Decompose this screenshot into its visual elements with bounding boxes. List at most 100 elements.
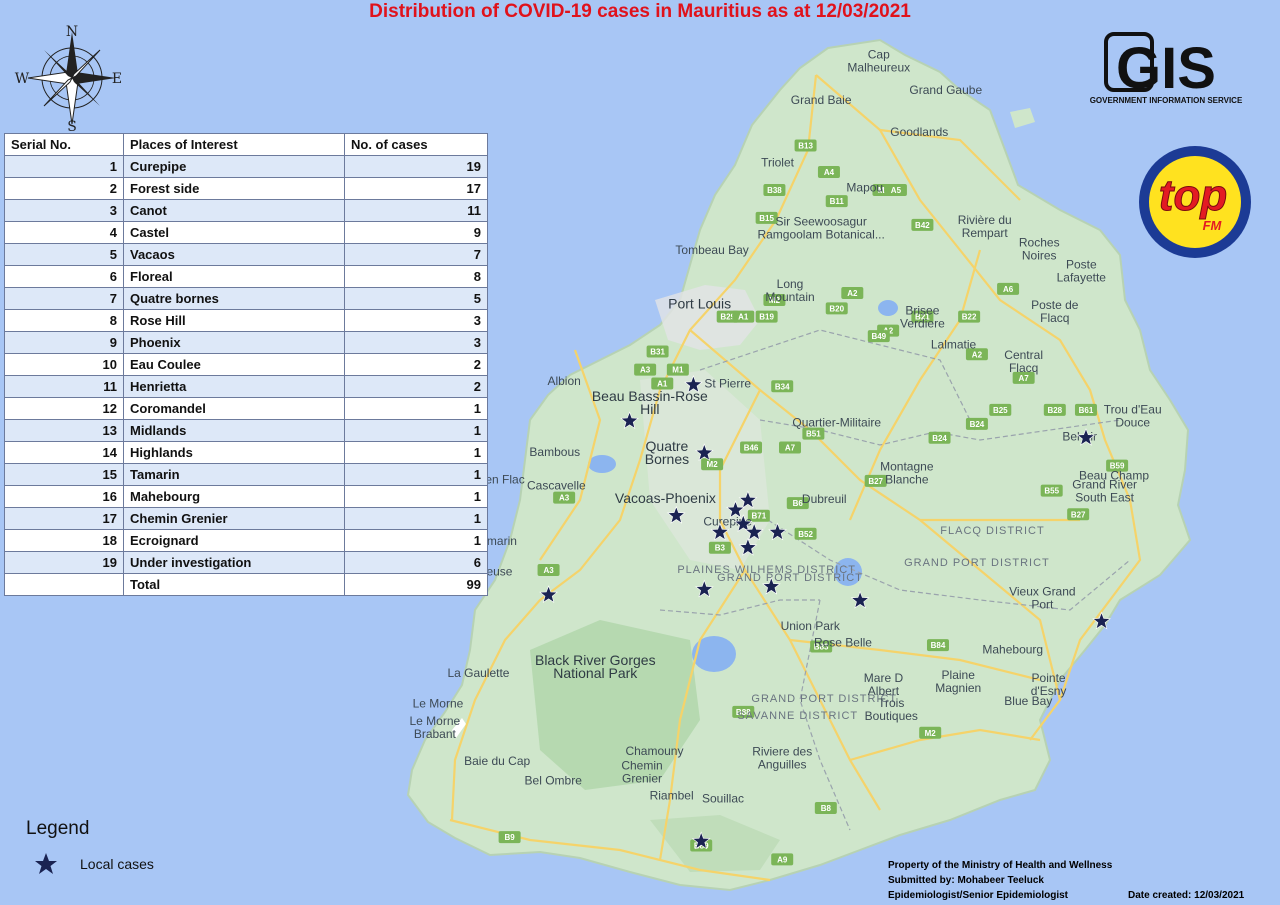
compass-south-label: S	[67, 119, 77, 134]
place-cell: Phoenix	[123, 331, 345, 354]
road-shield-a9: A9	[771, 853, 794, 866]
serial-cell: 14	[4, 441, 124, 464]
table-row: 4 Castel 9	[4, 221, 488, 244]
place-cell: Rose Hill	[123, 309, 345, 332]
cases-cell: 1	[344, 485, 488, 508]
place-label-mapou: Mapou	[846, 180, 883, 194]
table-row: 6 Floreal 8	[4, 265, 488, 288]
road-label: B9	[504, 833, 515, 842]
cases-cell: 1	[344, 397, 488, 420]
road-label: A2	[847, 289, 858, 298]
road-shield-m2: M2	[701, 458, 724, 471]
legend-label: Local cases	[80, 856, 154, 872]
footer-line-3: Epidemiologist/Senior Epidemiologist	[888, 890, 1069, 901]
road-label: B61	[1079, 406, 1094, 415]
road-label: B15	[759, 214, 774, 223]
cases-cell: 5	[344, 287, 488, 310]
table-row: 17 Chemin Grenier 1	[4, 507, 488, 530]
road-shield-a3: A3	[537, 563, 560, 576]
header-place: Places of Interest	[123, 133, 345, 156]
table-row: 13 Midlands 1	[4, 419, 488, 442]
road-shield-a1: A1	[732, 310, 755, 323]
road-shield-b24: B24	[965, 417, 988, 430]
place-label-chemin-grenier: Chemin Grenier	[621, 759, 662, 786]
road-shield-b24: B24	[928, 431, 951, 444]
gis-logo: GIS GOVERNMENT INFORMATION SERVICE	[1076, 32, 1256, 112]
gis-logo-mark: GIS	[1104, 32, 1216, 101]
road-label: B13	[798, 142, 813, 151]
road-label: B51	[806, 430, 821, 439]
road-label: A1	[738, 313, 749, 322]
legend-title: Legend	[26, 818, 90, 839]
mare-longue-reservoir	[588, 455, 616, 473]
place-label-grand-baie: Grand Baie	[791, 93, 852, 107]
table-row: 11 Henrietta 2	[4, 375, 488, 398]
road-label: M1	[672, 366, 684, 375]
road-label: B52	[798, 530, 813, 539]
road-label: B27	[1071, 510, 1086, 519]
place-label-goodlands: Goodlands	[890, 125, 948, 139]
road-shield-b27: B27	[1067, 508, 1090, 521]
road-shield-b34: B34	[771, 380, 794, 393]
serial-cell: 6	[4, 265, 124, 288]
serial-cell: 4	[4, 221, 124, 244]
cases-cell: 7	[344, 243, 488, 266]
road-label: A6	[1003, 285, 1014, 294]
place-label-rivi-re-du-rempart: Rivière du Rempart	[958, 213, 1012, 240]
place-label-chamouny: Chamouny	[625, 744, 683, 758]
road-label: B25	[993, 406, 1008, 415]
serial-cell: 13	[4, 419, 124, 442]
place-cell: Midlands	[123, 419, 345, 442]
road-shield-a4: A4	[817, 165, 840, 178]
place-label-baie-du-cap: Baie du Cap	[464, 754, 530, 768]
place-label-bel-ombre: Bel Ombre	[525, 773, 583, 787]
road-shield-b11: B11	[825, 195, 848, 208]
cases-cell: 11	[344, 199, 488, 222]
road-shield-a3: A3	[634, 363, 657, 376]
table-header-row: Serial No. Places of Interest No. of cas…	[4, 133, 488, 156]
road-shield-b19: B19	[755, 310, 778, 323]
place-label-montagne-blanche: Montagne Blanche	[880, 459, 934, 486]
serial-cell: 9	[4, 331, 124, 354]
place-label-albion: Albion	[547, 374, 580, 388]
place-label-st-pierre: St Pierre	[704, 377, 751, 391]
road-label: M2	[707, 460, 719, 469]
road-label: B55	[1044, 487, 1059, 496]
road-label: A7	[1019, 374, 1030, 383]
road-label: B19	[759, 313, 774, 322]
road-shield-m1: M1	[666, 363, 689, 376]
place-label-vacoas-phoenix: Vacoas-Phoenix	[615, 490, 716, 506]
table-row: 18 Ecroignard 1	[4, 529, 488, 552]
road-label: B24	[932, 434, 947, 443]
serial-cell: 11	[4, 375, 124, 398]
top-fm-logo-sub: FM	[1203, 218, 1223, 233]
place-label-tombeau-bay: Tombeau Bay	[675, 243, 748, 257]
islet	[1010, 108, 1035, 128]
district-label-flacq-district: FLACQ DISTRICT	[940, 525, 1044, 537]
table-row: 3 Canot 11	[4, 199, 488, 222]
compass-north-label: N	[66, 24, 78, 40]
cases-cell: 9	[344, 221, 488, 244]
place-cell: Henrietta	[123, 375, 345, 398]
road-label: A7	[785, 444, 796, 453]
total-value: 99	[344, 573, 488, 596]
road-label: B28	[1047, 406, 1062, 415]
district-label-grand-port-district: GRAND PORT DISTRICT	[904, 557, 1050, 569]
place-label-dubreuil: Dubreuil	[802, 492, 847, 506]
road-shield-b13: B13	[794, 139, 817, 152]
cases-table: Serial No. Places of Interest No. of cas…	[4, 133, 488, 596]
road-label: A4	[824, 168, 835, 177]
serial-cell: 12	[4, 397, 124, 420]
compass-icon: N S W E	[15, 24, 122, 135]
la-nicoliere-reservoir	[878, 300, 898, 316]
road-label: B24	[970, 420, 985, 429]
table-row: 15 Tamarin 1	[4, 463, 488, 486]
serial-cell: 3	[4, 199, 124, 222]
place-label-lalmatie: Lalmatie	[931, 338, 977, 352]
star-icon	[35, 853, 57, 874]
place-label-le-morne: Le Morne	[413, 697, 464, 711]
header-cases: No. of cases	[344, 133, 488, 156]
serial-cell: 19	[4, 551, 124, 574]
table-row: 8 Rose Hill 3	[4, 309, 488, 332]
road-label: A3	[640, 366, 651, 375]
